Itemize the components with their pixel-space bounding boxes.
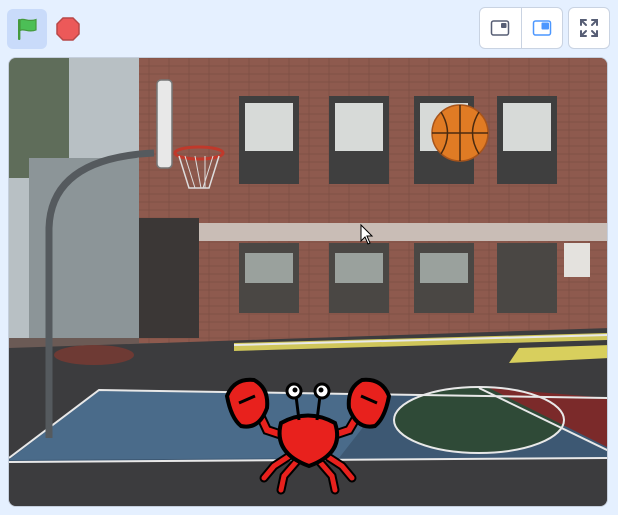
fullscreen-icon: [580, 19, 598, 37]
stop-sign-icon: [56, 17, 80, 41]
stage-canvas[interactable]: [8, 57, 608, 507]
green-flag-icon: [18, 18, 37, 40]
normal-stage-layout-icon: [532, 20, 551, 36]
stage-layout-toggle: [479, 7, 563, 49]
normal-stage-button[interactable]: [520, 8, 563, 48]
stage-header: [0, 0, 618, 56]
green-flag-button[interactable]: [7, 9, 47, 49]
fullscreen-button[interactable]: [568, 7, 610, 49]
stop-button[interactable]: [50, 9, 86, 49]
basketball-sprite[interactable]: [431, 104, 489, 162]
small-stage-button[interactable]: [480, 8, 521, 48]
small-stage-layout-icon: [491, 20, 510, 36]
